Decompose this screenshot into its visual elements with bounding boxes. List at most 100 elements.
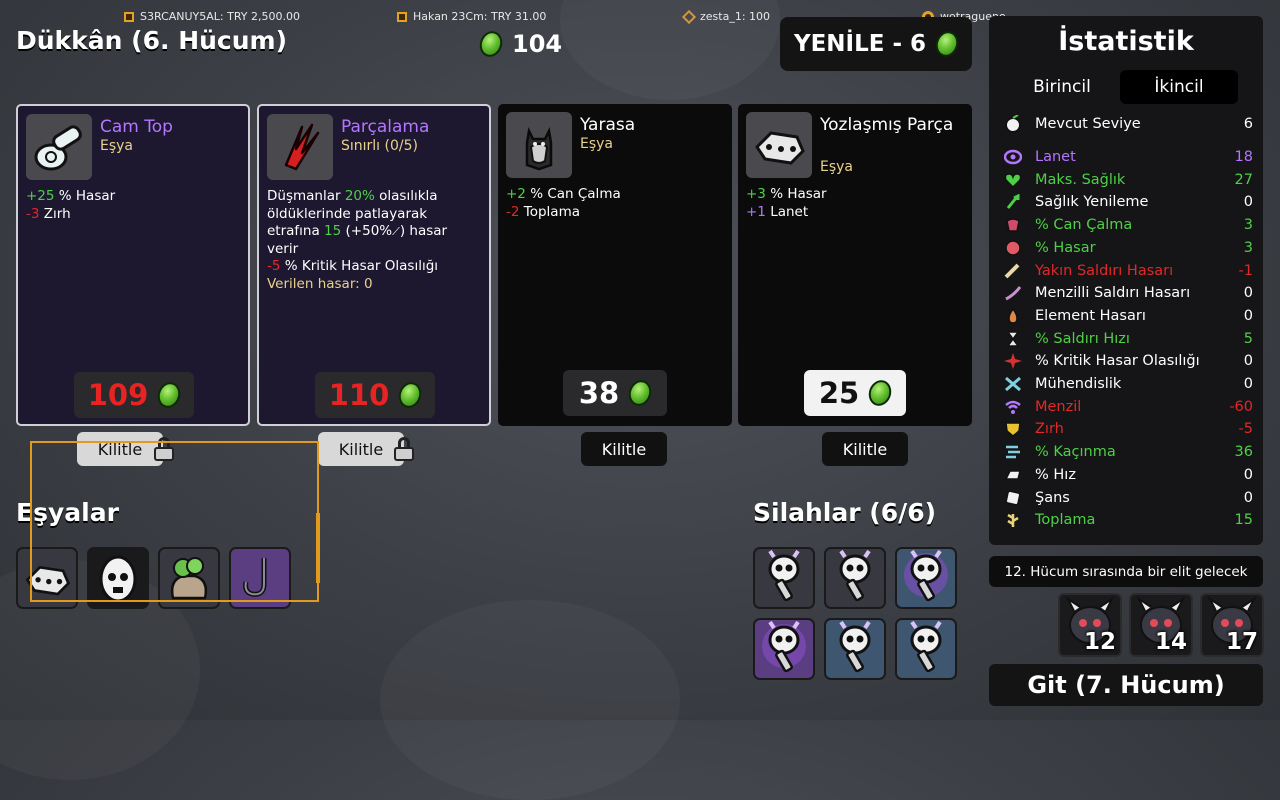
stat-value: 3 bbox=[1243, 239, 1253, 256]
cannon-icon bbox=[26, 114, 92, 180]
stat-name: % Saldırı Hızı bbox=[1035, 330, 1130, 347]
stat-row: Element Hasarı 0 bbox=[1003, 305, 1253, 327]
weapons-title: Silahlar (6/6) bbox=[753, 498, 937, 527]
stat-row: Menzil -60 bbox=[1003, 396, 1253, 418]
shop-card-parcalama[interactable]: Parçalama Sınırlı (0/5) Düşmanlar 20% ol… bbox=[257, 104, 491, 426]
square-icon bbox=[397, 11, 407, 22]
stat-value: 18 bbox=[1234, 149, 1253, 165]
elite-notice: 12. Hücum sırasında bir elit gelecek bbox=[989, 556, 1263, 587]
card-stats: +25 % Hasar -3 Zırh bbox=[26, 188, 116, 222]
ranged-icon bbox=[1003, 284, 1023, 302]
elite-wave-number: 17 bbox=[1225, 629, 1258, 655]
buy-button[interactable]: 109 bbox=[74, 372, 194, 418]
weapon-slot-2[interactable] bbox=[824, 547, 886, 609]
stat-row: % Hasar 3 bbox=[1003, 237, 1253, 259]
card-type: Eşya bbox=[820, 159, 854, 175]
diamond-icon bbox=[681, 9, 697, 24]
lock-button-2[interactable]: Kilitle bbox=[318, 432, 404, 466]
skull-mace-icon bbox=[900, 620, 952, 678]
streamer-label: zesta_1: 100 bbox=[700, 10, 771, 23]
go-next-wave-button[interactable]: Git (7. Hücum) bbox=[989, 664, 1263, 706]
stat-value: 0 bbox=[1243, 489, 1253, 506]
stats-panel: İstatistik Birincil İkincil Mevcut Seviy… bbox=[989, 16, 1263, 545]
stat-row: Şans 0 bbox=[1003, 487, 1253, 509]
lock-button-3[interactable]: Kilitle bbox=[581, 432, 667, 466]
stat-value: 0 bbox=[1243, 285, 1253, 302]
card-name: Yarasa bbox=[580, 115, 636, 135]
range-icon bbox=[1003, 398, 1023, 416]
card-stats: +2 % Can Çalma -2 Toplama bbox=[506, 186, 621, 220]
skull-mace-icon bbox=[758, 620, 810, 678]
crit-icon bbox=[1003, 352, 1023, 370]
reroll-button[interactable]: YENİLE - 6 bbox=[780, 17, 972, 71]
stat-name: Menzil bbox=[1035, 398, 1082, 415]
skull-mace-icon bbox=[900, 549, 952, 607]
elite-wave-3: 17 bbox=[1200, 593, 1264, 657]
skull-mace-icon bbox=[758, 549, 810, 607]
streamer-label: S3RCANUY5AL: TRY 2,500.00 bbox=[140, 10, 300, 23]
card-type: Sınırlı (0/5) bbox=[341, 138, 418, 154]
materials-counter: 104 bbox=[476, 28, 563, 60]
buy-button[interactable]: 38 bbox=[563, 370, 667, 416]
stat-value: 3 bbox=[1243, 217, 1253, 234]
lock-button-4[interactable]: Kilitle bbox=[822, 432, 908, 466]
stat-row-level: Mevcut Seviye 6 bbox=[1003, 113, 1253, 135]
skull-mace-icon bbox=[829, 549, 881, 607]
stat-name: Şans bbox=[1035, 489, 1070, 506]
stat-row: % Hız 0 bbox=[1003, 464, 1253, 486]
stat-name: % Hasar bbox=[1035, 239, 1096, 256]
stat-value: -60 bbox=[1229, 398, 1253, 415]
claw-slash-icon bbox=[267, 114, 333, 180]
buy-button[interactable]: 110 bbox=[315, 372, 435, 418]
stat-row: Maks. Sağlık 27 bbox=[1003, 169, 1253, 191]
stat-name: Sağlık Yenileme bbox=[1035, 194, 1149, 211]
melee-icon: ⟋ bbox=[392, 225, 400, 238]
stat-name: Yakın Saldırı Hasarı bbox=[1035, 262, 1174, 279]
weapon-slot-3[interactable] bbox=[895, 547, 957, 609]
card-name: Cam Top bbox=[100, 117, 173, 137]
materials-value: 104 bbox=[512, 30, 563, 58]
attack-speed-icon bbox=[1003, 330, 1023, 348]
stat-row: % Can Çalma 3 bbox=[1003, 214, 1253, 236]
elite-wave-2: 14 bbox=[1129, 593, 1193, 657]
price-value: 109 bbox=[87, 378, 149, 412]
weapon-slot-4[interactable] bbox=[753, 618, 815, 680]
streamer-label: Hakan 23Cm: TRY 31.00 bbox=[413, 10, 547, 23]
card-stats: +3 % Hasar +1 Lanet bbox=[746, 186, 827, 220]
stat-value: 0 bbox=[1243, 353, 1253, 370]
stat-value: 27 bbox=[1234, 171, 1253, 188]
armor-icon bbox=[1003, 420, 1023, 438]
buy-button[interactable]: 25 bbox=[804, 370, 906, 416]
material-icon bbox=[395, 379, 426, 411]
weapon-slot-6[interactable] bbox=[895, 618, 957, 680]
shop-card-yozlasmis-parca[interactable]: Yozlaşmış Parça Eşya +3 % Hasar +1 Lanet… bbox=[738, 104, 972, 426]
selection-outline bbox=[30, 441, 320, 602]
curse-icon bbox=[1003, 148, 1023, 166]
luck-icon bbox=[1003, 489, 1023, 507]
weapon-slot-1[interactable] bbox=[753, 547, 815, 609]
material-icon bbox=[154, 379, 185, 411]
streamer-2: Hakan 23Cm: TRY 31.00 bbox=[397, 10, 546, 23]
material-icon bbox=[865, 377, 895, 409]
price-value: 25 bbox=[818, 376, 860, 410]
tab-secondary[interactable]: İkincil bbox=[1120, 70, 1238, 104]
melee-icon bbox=[1003, 262, 1023, 280]
material-icon bbox=[625, 377, 655, 409]
stat-row: Menzilli Saldırı Hasarı 0 bbox=[1003, 282, 1253, 304]
stat-name: Menzilli Saldırı Hasarı bbox=[1035, 285, 1191, 302]
square-icon bbox=[124, 11, 134, 22]
shop-card-cam-top[interactable]: Cam Top Eşya +25 % Hasar -3 Zırh 109 bbox=[16, 104, 250, 426]
stat-value: 0 bbox=[1243, 466, 1253, 483]
stat-row: Zırh -5 bbox=[1003, 418, 1253, 440]
weapon-slot-5[interactable] bbox=[824, 618, 886, 680]
material-icon bbox=[476, 28, 506, 60]
price-value: 110 bbox=[328, 378, 390, 412]
stat-value: -1 bbox=[1238, 262, 1253, 279]
price-value: 38 bbox=[578, 376, 620, 410]
stat-value: 15 bbox=[1234, 512, 1253, 529]
stat-value: -5 bbox=[1238, 421, 1253, 438]
damage-icon bbox=[1003, 239, 1023, 257]
tab-primary[interactable]: Birincil bbox=[1003, 70, 1121, 104]
shop-card-yarasa[interactable]: Yarasa Eşya +2 % Can Çalma -2 Toplama 38 bbox=[498, 104, 732, 426]
card-name: Yozlaşmış Parça bbox=[820, 115, 954, 135]
